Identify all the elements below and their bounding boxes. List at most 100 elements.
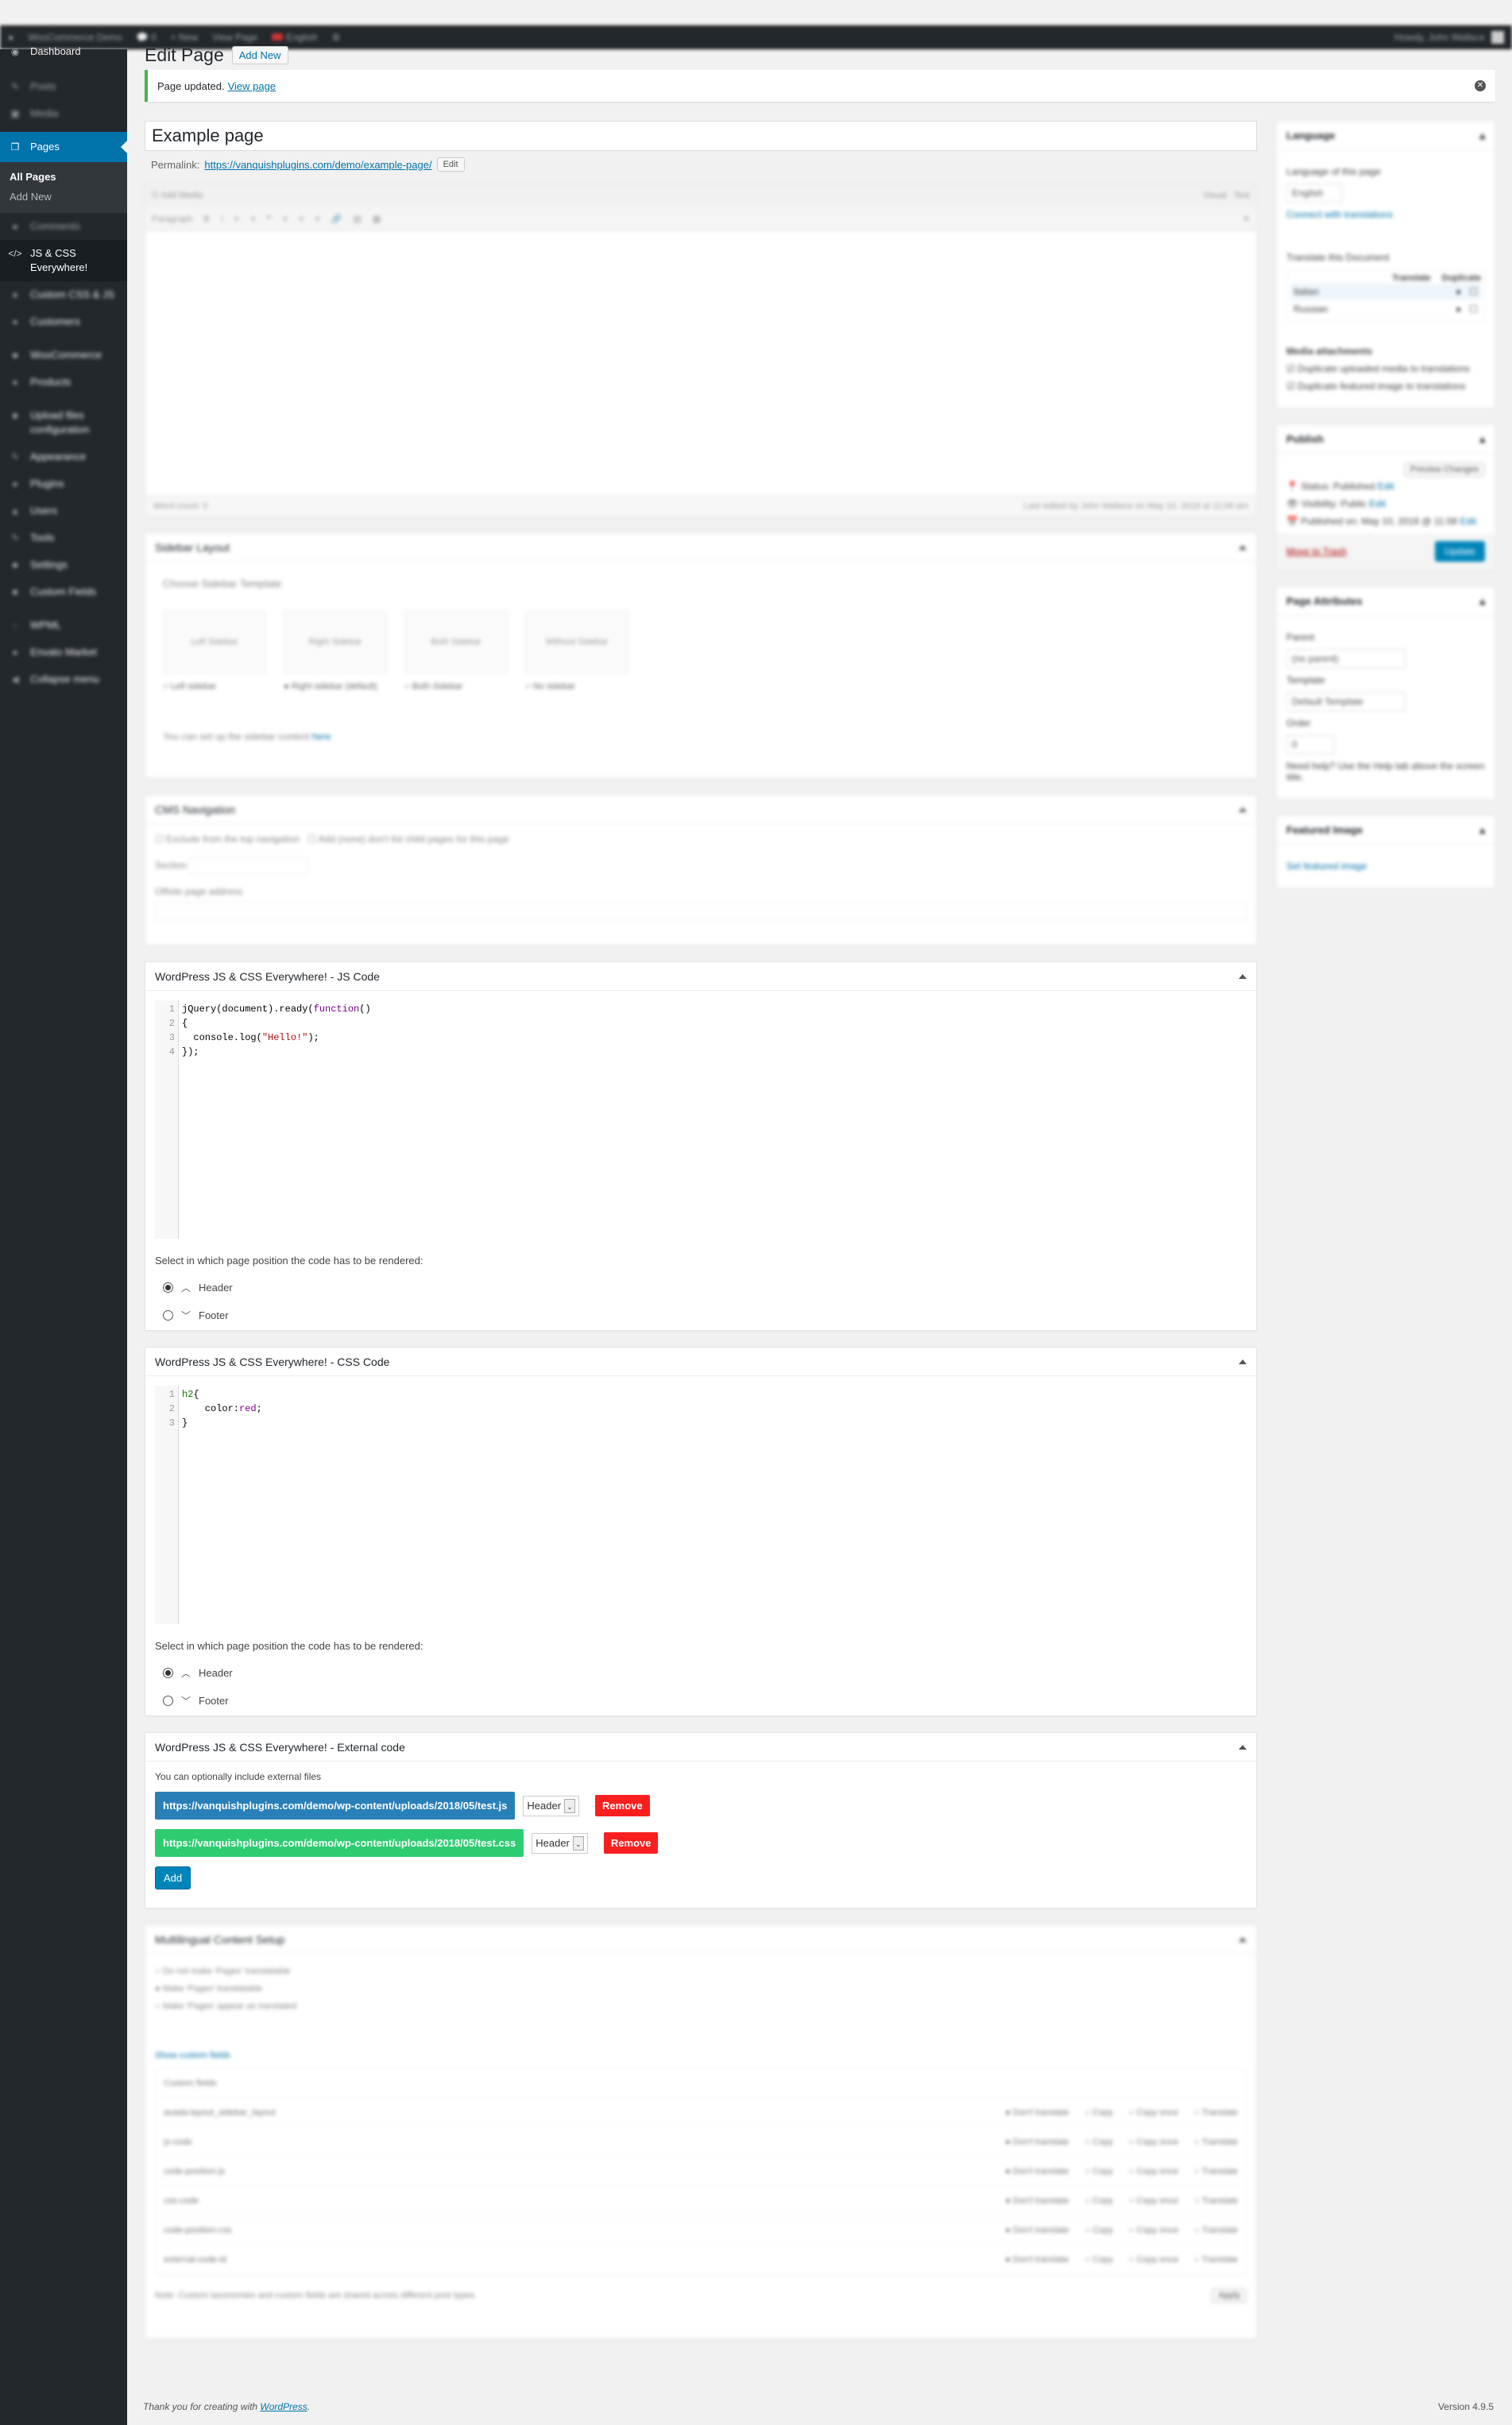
remove-button[interactable]: Remove [603, 1832, 659, 1854]
align-left-icon[interactable]: ≡ [283, 215, 288, 224]
edit-status-link[interactable]: Edit [1378, 481, 1394, 492]
field-option[interactable]: ○ Copy [1085, 2255, 1112, 2264]
sidebar-item-media[interactable]: ▣ Media [0, 100, 127, 127]
offsite-input[interactable] [155, 902, 1247, 921]
field-option[interactable]: ○ Copy [1085, 2167, 1112, 2176]
collapse-toggle-icon[interactable] [1239, 544, 1247, 550]
wordpress-logo-icon[interactable]: ● [8, 32, 14, 43]
radio-header[interactable] [163, 1282, 173, 1293]
wordpress-link[interactable]: WordPress [260, 2401, 307, 2412]
box-header[interactable]: Featured Image ▴ [1277, 816, 1495, 845]
submenu-add-new[interactable]: Add New [0, 187, 127, 207]
box-header[interactable]: CMS Navigation [145, 795, 1256, 824]
view-page-link[interactable]: View Page [212, 32, 257, 43]
comments-icon[interactable]: 💬 0 [137, 32, 157, 43]
field-option[interactable]: ○ Copy once [1129, 2226, 1178, 2235]
remove-button[interactable]: Remove [595, 1795, 650, 1816]
field-option[interactable]: ○ Translate [1194, 2137, 1238, 2147]
bold-icon[interactable]: B [203, 215, 209, 224]
sidebar-item[interactable]: ● Envato Market [0, 639, 127, 666]
sidebar-item[interactable]: ✎ Appearance [0, 443, 127, 470]
collapse-toggle-icon[interactable] [1239, 1744, 1247, 1750]
css-position-header[interactable]: ︿ Header [163, 1666, 1247, 1680]
cms-nav-checkboxes[interactable]: ☐ Exclude from the top navigation ☐ Add … [155, 833, 1247, 845]
sidebar-item[interactable]: ■ Settings [0, 551, 127, 578]
radio-footer[interactable] [163, 1696, 173, 1706]
field-option[interactable]: ● Don't translate [1005, 2226, 1069, 2235]
apply-button[interactable]: Apply [1212, 2288, 1247, 2303]
toolbar-toggle-icon[interactable]: ▦ [373, 214, 381, 224]
format-select[interactable]: Paragraph [152, 215, 192, 224]
field-option[interactable]: ○ Copy once [1129, 2255, 1178, 2264]
box-header[interactable]: Sidebar Layout [145, 533, 1256, 562]
sidebar-item[interactable]: ● Custom CSS & JS [0, 281, 127, 308]
language-switcher[interactable]: English [272, 32, 318, 43]
media-option[interactable]: ☑ Duplicate featured image to translatio… [1286, 381, 1485, 392]
translation-row[interactable]: Russian ● ☐ [1290, 300, 1481, 318]
field-option[interactable]: ○ Copy once [1129, 2137, 1178, 2147]
more-tag-icon[interactable]: ▤ [354, 214, 362, 224]
field-option[interactable]: ○ Copy once [1129, 2196, 1178, 2206]
tab-text[interactable]: Text [1234, 191, 1250, 200]
collapse-toggle-icon[interactable]: ▴ [1479, 130, 1485, 142]
sidebar-item[interactable]: ▲ Users [0, 497, 127, 524]
ml-option[interactable]: ○ Do not make 'Pages' translatable [155, 1967, 1247, 1976]
ml-option[interactable]: ○ Make 'Pages' appear as translated [155, 2001, 1247, 2011]
post-title-input[interactable] [145, 121, 1257, 151]
add-new-button[interactable]: Add New [231, 46, 288, 64]
field-option[interactable]: ● Don't translate [1005, 2196, 1069, 2206]
field-option[interactable]: ○ Copy [1085, 2226, 1112, 2235]
parent-select[interactable]: (no parent) [1286, 649, 1406, 668]
sidebar-item[interactable]: ■ Upload files configuration [0, 402, 127, 443]
field-option[interactable]: ○ Translate [1194, 2167, 1238, 2176]
fullscreen-icon[interactable]: ✕ [1243, 214, 1250, 224]
italic-icon[interactable]: I [221, 215, 223, 224]
field-option[interactable]: ○ Copy once [1129, 2108, 1178, 2118]
sidebar-item-comments[interactable]: ● Comments [0, 213, 127, 240]
align-right-icon[interactable]: ≡ [315, 215, 319, 224]
collapse-toggle-icon[interactable]: ▴ [1479, 824, 1485, 837]
sidebar-item[interactable]: ● Products [0, 369, 127, 396]
field-option[interactable]: ○ Translate [1194, 2226, 1238, 2235]
numbered-list-icon[interactable]: ≡ [250, 215, 255, 224]
add-external-file-button[interactable]: Add [155, 1866, 191, 1889]
collapse-toggle-icon[interactable] [1239, 1936, 1247, 1942]
new-content-link[interactable]: + New [171, 32, 198, 43]
sidebar-item-posts[interactable]: ✎ Posts [0, 73, 127, 100]
collapse-toggle-icon[interactable]: ▴ [1479, 595, 1485, 608]
settings-icon[interactable]: ⚙ [332, 32, 341, 43]
view-page-link[interactable]: View page [228, 80, 276, 92]
sidebar-item[interactable]: ● Customers [0, 308, 127, 335]
media-option[interactable]: ☑ Duplicate uploaded media to translatio… [1286, 363, 1485, 374]
order-input[interactable]: 0 [1286, 735, 1334, 754]
radio-header[interactable] [163, 1668, 173, 1678]
field-option[interactable]: ● Don't translate [1005, 2167, 1069, 2176]
css-position-footer[interactable]: ﹀ Footer [163, 1694, 1247, 1708]
js-position-footer[interactable]: ﹀ Footer [163, 1309, 1247, 1322]
blockquote-icon[interactable]: ❝ [267, 214, 272, 224]
ml-option[interactable]: ● Make 'Pages' translatable [155, 1984, 1247, 1994]
field-option[interactable]: ● Don't translate [1005, 2137, 1069, 2147]
update-button[interactable]: Update [1435, 541, 1485, 562]
field-option[interactable]: ○ Translate [1194, 2108, 1238, 2118]
howdy-user[interactable]: Howdy, John Wallace [1394, 32, 1485, 43]
field-option[interactable]: ● Don't translate [1005, 2108, 1069, 2118]
edit-visibility-link[interactable]: Edit [1369, 498, 1386, 509]
collapse-toggle-icon[interactable] [1239, 806, 1247, 812]
edit-date-link[interactable]: Edit [1460, 516, 1476, 527]
css-code-editor[interactable]: 1 2 3 h2{ color:red;} [155, 1386, 1247, 1624]
submenu-all-pages[interactable]: All Pages [0, 167, 127, 187]
sidebar-item-pages[interactable]: ❐ Pages [0, 132, 127, 162]
sidebar-item[interactable]: ■ WooCommerce [0, 342, 127, 369]
translation-row[interactable]: Italian ● ☐ [1290, 283, 1481, 300]
dismiss-notice-icon[interactable]: ✕ [1475, 80, 1486, 91]
external-file-url[interactable]: https://vanquishplugins.com/demo/wp-cont… [155, 1792, 516, 1820]
link-icon[interactable]: 🔗 [331, 214, 342, 224]
radio-footer[interactable] [163, 1310, 173, 1321]
css-code-content[interactable]: h2{ color:red;} [179, 1386, 262, 1624]
add-media-button[interactable]: ⎘ Add Media [152, 191, 203, 201]
js-code-content[interactable]: jQuery(document).ready(function() { conso… [179, 1000, 371, 1239]
sidebar-collapse-menu[interactable]: ◀ Collapse menu [0, 666, 127, 693]
js-position-header[interactable]: ︿ Header [163, 1281, 1247, 1294]
bullet-list-icon[interactable]: ≡ [234, 215, 239, 224]
